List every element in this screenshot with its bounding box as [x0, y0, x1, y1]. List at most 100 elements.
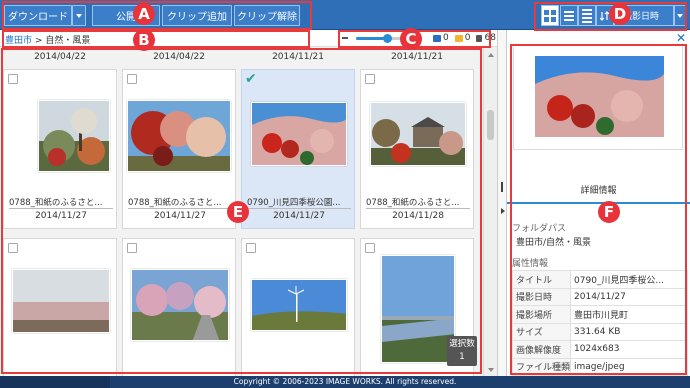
item-date: 2014/11/21 — [391, 52, 443, 62]
attributes-label: 属性情報 — [512, 259, 549, 269]
attr-value: 0790_川見四季桜公... — [570, 270, 688, 289]
view-grid-button[interactable] — [541, 5, 559, 26]
remove-clip-button[interactable]: クリップ解除 — [234, 5, 300, 26]
scroll-thumb[interactable] — [487, 110, 494, 140]
item-date: 2014/11/27 — [273, 211, 325, 221]
folder-yellow-icon — [454, 34, 463, 42]
list-view-icon — [564, 10, 574, 21]
select-checkbox[interactable] — [365, 74, 375, 84]
collapse-arrow-icon[interactable] — [501, 208, 505, 214]
image-thumbnail[interactable] — [381, 255, 455, 363]
selection-count: 選択数 1 — [447, 336, 477, 366]
top-toolbar: ダウンロード 公開 クリップ追加 クリップ解除 撮影日時 — [0, 0, 690, 30]
breadcrumb-bar: 豊田市 > 自然・風景 0 0 68 — [0, 30, 497, 47]
attr-value: 1024x683 — [570, 340, 688, 359]
view-detail-button[interactable] — [578, 5, 596, 26]
breadcrumb-root-link[interactable]: 豊田市 — [5, 36, 32, 46]
zoom-handle[interactable] — [382, 34, 392, 43]
splitter-grip-icon[interactable] — [501, 182, 503, 192]
divider — [128, 208, 232, 209]
attr-value: 331.64 KB — [570, 322, 688, 341]
breadcrumb-separator: > — [34, 36, 43, 46]
item-name: 0788_和紙のふるさと... — [128, 198, 222, 208]
table-row: 撮影場所 豊田市川見町 — [511, 305, 688, 324]
view-list-button[interactable] — [560, 5, 578, 26]
annotation-badge-e: E — [227, 201, 249, 223]
scroll-up-icon[interactable] — [488, 53, 494, 57]
preview-image — [535, 56, 664, 137]
attributes-table: タイトル 0790_川見四季桜公... 撮影日時 2014/11/27 撮影場所 豊田… — [511, 270, 688, 376]
grid-view-icon — [544, 9, 556, 22]
divider — [366, 208, 470, 209]
table-row: サイズ 331.64 KB — [511, 322, 688, 341]
select-checkbox[interactable] — [365, 243, 375, 253]
select-checkbox[interactable] — [127, 243, 137, 253]
image-card-selected[interactable]: ✔ 0790_川見四季桜公園... 2014/11/27 — [241, 69, 355, 229]
sort-dropdown-button[interactable] — [674, 5, 686, 26]
annotation-badge-f: F — [598, 201, 620, 223]
select-checkbox[interactable] — [8, 74, 18, 84]
image-thumbnail[interactable] — [38, 100, 110, 172]
folder-blue-icon — [433, 34, 441, 42]
tab-detail-info[interactable]: 詳細情報 — [507, 183, 690, 196]
attr-value: 豊田市川見町 — [570, 305, 688, 324]
attr-key: 撮影日時 — [511, 287, 572, 306]
item-date: 2014/11/27 — [154, 211, 206, 221]
image-card[interactable]: 0788_和紙のふるさと... 2014/11/28 — [360, 69, 474, 229]
image-thumbnail[interactable] — [251, 102, 347, 166]
zoom-minus-icon[interactable] — [342, 37, 348, 39]
add-clip-button[interactable]: クリップ追加 — [162, 5, 232, 26]
divider — [247, 208, 351, 209]
image-card[interactable]: 0788_和紙のふるさと... 2014/11/27 — [122, 69, 236, 229]
count-value: 68 — [484, 33, 496, 43]
image-card[interactable] — [241, 238, 355, 376]
image-card[interactable]: 0788_和紙のふるさと... 2014/11/27 — [3, 69, 117, 229]
annotation-badge-c: C — [400, 28, 422, 50]
preview-frame — [513, 45, 683, 150]
breadcrumb: 豊田市 > 自然・風景 — [5, 33, 90, 46]
grid-scrollbar[interactable] — [483, 47, 497, 376]
select-checkbox[interactable] — [8, 243, 18, 253]
image-thumbnail[interactable] — [127, 100, 231, 172]
download-button[interactable]: ダウンロード — [4, 5, 72, 26]
image-thumbnail[interactable] — [370, 102, 466, 166]
item-name: 0788_和紙のふるさと... — [9, 198, 103, 208]
image-card[interactable] — [3, 238, 117, 376]
item-name: 0788_和紙のふるさと... — [366, 198, 460, 208]
item-name: 0790_川見四季桜公園... — [247, 198, 341, 208]
attr-key: サイズ — [511, 322, 572, 341]
chevron-down-icon — [76, 13, 82, 18]
close-icon[interactable]: ✕ — [676, 31, 686, 45]
attr-key: タイトル — [511, 270, 572, 289]
annotation-badge-d: D — [609, 3, 631, 25]
selection-number: 1 — [459, 352, 465, 362]
attr-value: image/jpeg — [570, 357, 688, 376]
annotation-badge-b: B — [133, 29, 155, 51]
detail-view-icon — [582, 8, 592, 23]
count-value: 0 — [443, 33, 449, 43]
download-dropdown-button[interactable] — [72, 5, 86, 26]
item-date: 2014/04/22 — [153, 52, 205, 62]
count-folders-blue: 0 — [433, 33, 449, 43]
checked-icon[interactable]: ✔ — [245, 72, 257, 86]
detail-panel: ✕ 詳細情報 フォルダパス 豊田市/自然・風景 属性情報 タイトル 0790_川見… — [507, 30, 690, 376]
image-thumbnail[interactable] — [131, 269, 229, 341]
attr-key: 撮影場所 — [511, 305, 572, 324]
table-row: 撮影日時 2014/11/27 — [511, 287, 688, 306]
select-checkbox[interactable] — [127, 74, 137, 84]
footer-left-block — [0, 376, 110, 388]
panel-splitter[interactable] — [497, 30, 507, 376]
folder-path-value: 豊田市/自然・風景 — [516, 238, 592, 248]
table-row: タイトル 0790_川見四季桜公... — [511, 270, 688, 289]
chevron-down-icon — [677, 13, 683, 18]
attr-value: 2014/11/27 — [570, 287, 688, 306]
count-folders-yellow: 0 — [454, 33, 470, 43]
image-thumbnail[interactable] — [251, 279, 347, 331]
item-date: 2014/11/27 — [35, 211, 87, 221]
select-checkbox[interactable] — [246, 243, 256, 253]
scroll-down-icon[interactable] — [488, 368, 494, 372]
image-thumbnail[interactable] — [12, 269, 110, 333]
item-date: 2014/11/21 — [272, 52, 324, 62]
item-date: 2014/11/28 — [392, 211, 444, 221]
image-card[interactable] — [122, 238, 236, 376]
